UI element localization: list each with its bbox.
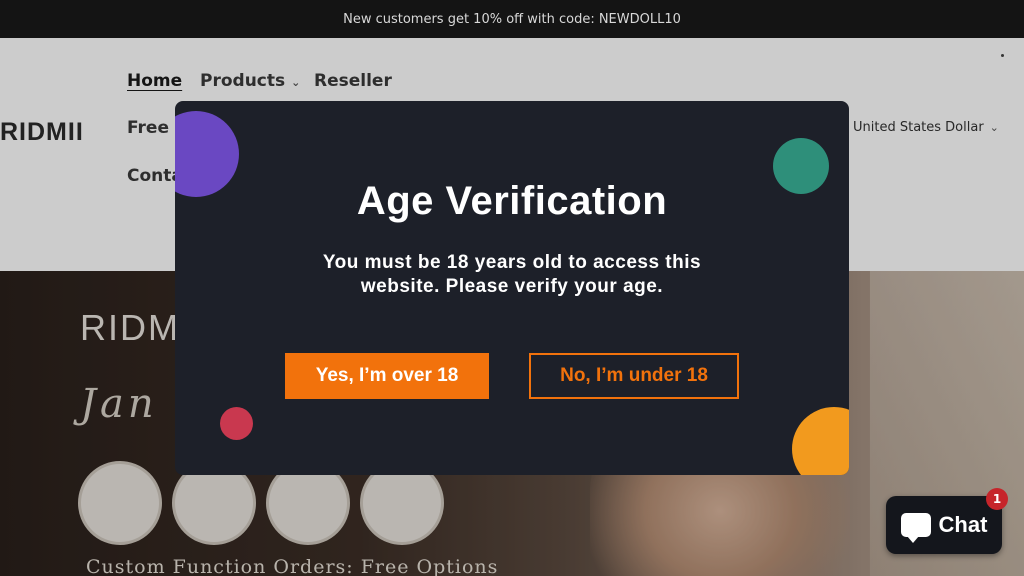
confirm-over-18-button[interactable]: Yes, I’m over 18: [285, 353, 489, 399]
decor-bubble-orange: [792, 407, 849, 475]
deny-under-18-button[interactable]: No, I’m under 18: [529, 353, 739, 399]
age-verification-modal: Age Verification You must be 18 years ol…: [175, 101, 849, 475]
announcement-text: New customers get 10% off with code: NEW…: [343, 11, 681, 27]
chat-button[interactable]: Chat: [886, 496, 1002, 554]
chat-notification-badge: 1: [986, 488, 1008, 510]
announcement-bar: New customers get 10% off with code: NEW…: [0, 0, 1024, 38]
modal-title: Age Verification: [356, 179, 668, 223]
chat-bubble-icon: [900, 513, 931, 543]
modal-message: You must be 18 years old to access this …: [322, 252, 702, 297]
decor-bubble-red: [220, 407, 253, 440]
chat-label: Chat: [938, 512, 988, 537]
